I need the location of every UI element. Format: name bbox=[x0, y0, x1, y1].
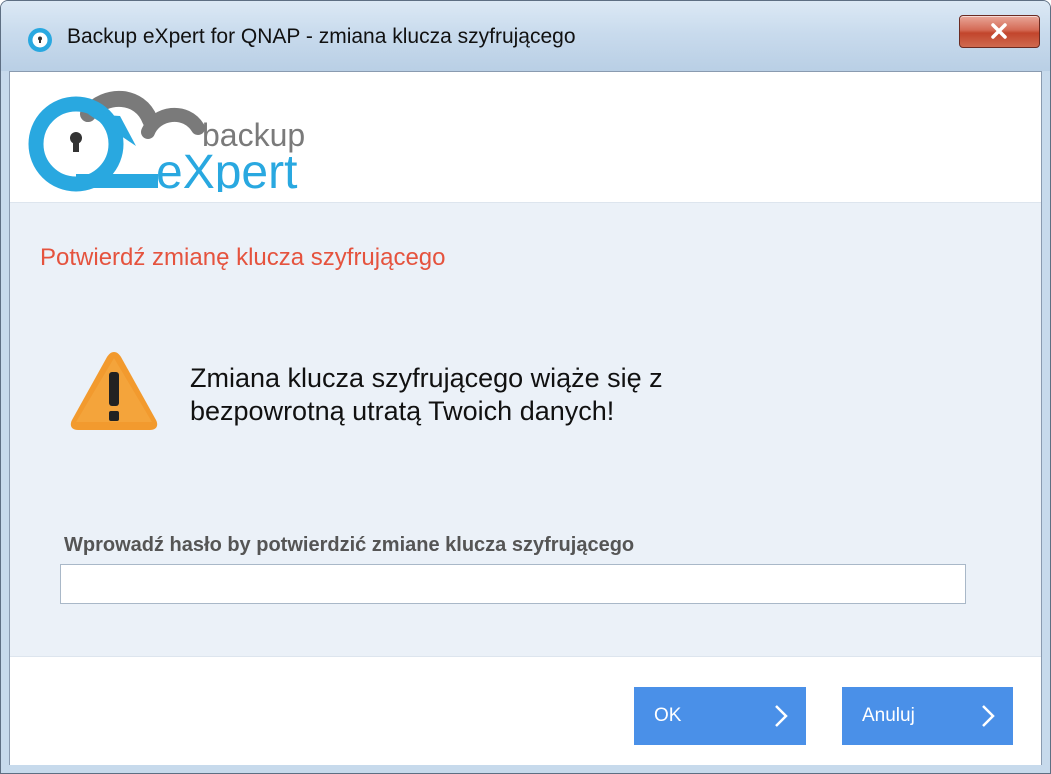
password-input[interactable] bbox=[60, 564, 966, 604]
close-button[interactable] bbox=[959, 15, 1040, 48]
cancel-button[interactable]: Anuluj bbox=[842, 687, 1013, 745]
ok-button-label: OK bbox=[654, 705, 682, 726]
logo-band: backup eXpert bbox=[10, 72, 1041, 203]
warning-line-2: bezpowrotną utratą Twoich danych! bbox=[190, 396, 615, 426]
button-bar: OK Anuluj bbox=[10, 656, 1041, 765]
title-bar: Backup eXpert for QNAP - zmiana klucza s… bbox=[1, 1, 1050, 71]
password-label: Wprowadź hasło by potwierdzić zmiane klu… bbox=[64, 534, 635, 556]
close-icon bbox=[991, 23, 1007, 39]
window-title: Backup eXpert for QNAP - zmiana klucza s… bbox=[67, 25, 576, 48]
logo-word-expert: eXpert bbox=[156, 146, 297, 192]
warning-line-1: Zmiana klucza szyfrującego wiąże się z bbox=[190, 363, 663, 393]
cloud-lock-icon bbox=[28, 28, 52, 52]
dialog-headline: Potwierdź zmianę klucza szyfrującego bbox=[40, 244, 446, 271]
ok-button[interactable]: OK bbox=[634, 687, 806, 745]
chevron-right-icon bbox=[775, 705, 788, 727]
backup-expert-logo: backup eXpert bbox=[28, 91, 305, 192]
dialog-content: backup eXpert Potwierdź zmianę klucza sz… bbox=[9, 71, 1042, 765]
warning-icon bbox=[70, 352, 158, 430]
warning-message: Zmiana klucza szyfrującego wiąże się z b… bbox=[190, 362, 890, 428]
cancel-button-label: Anuluj bbox=[862, 705, 915, 726]
dialog-window: Backup eXpert for QNAP - zmiana klucza s… bbox=[0, 0, 1051, 774]
chevron-right-icon bbox=[982, 705, 995, 727]
